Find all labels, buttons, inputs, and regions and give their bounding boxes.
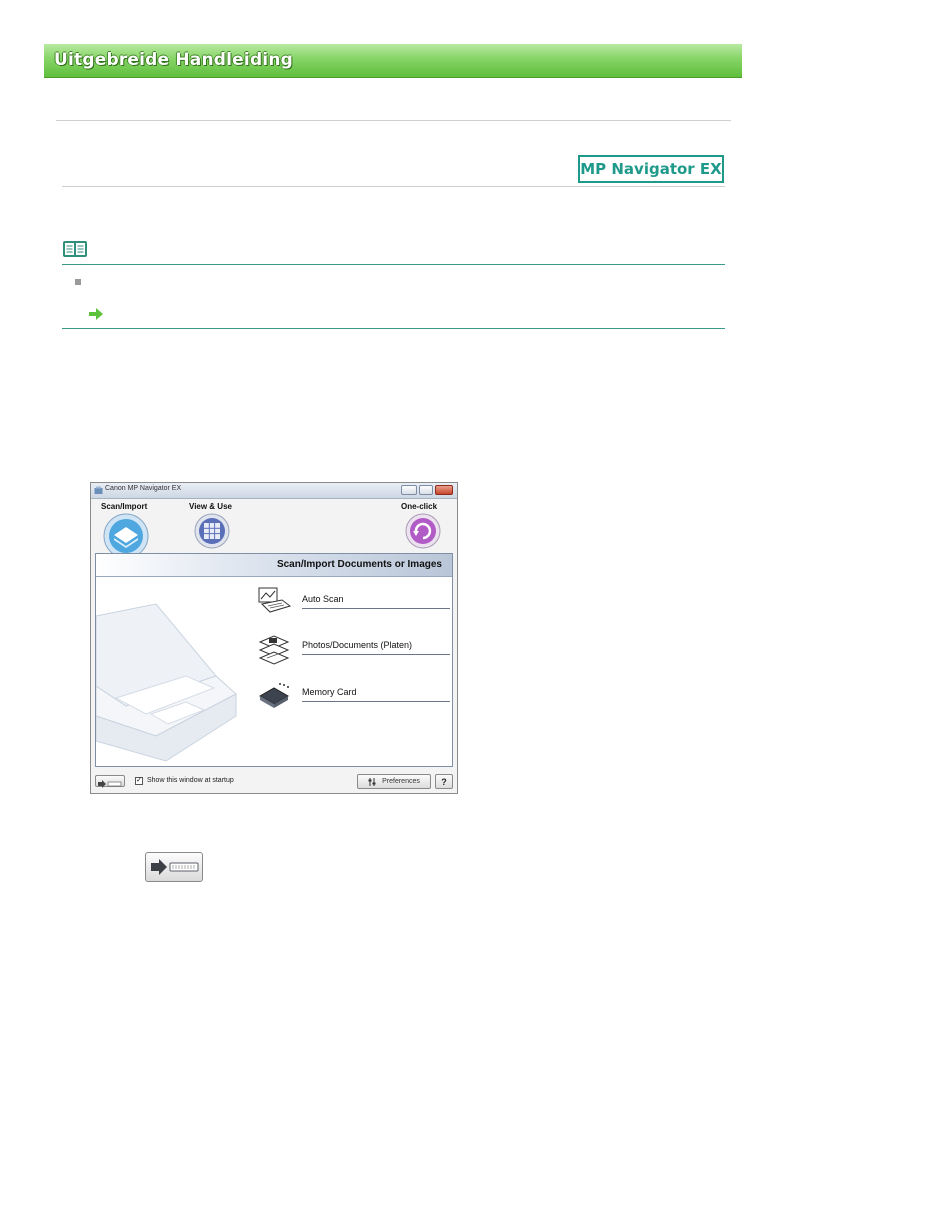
page-title: Uitgebreide Handleiding xyxy=(54,50,294,70)
divider-top xyxy=(56,120,731,121)
maximize-button[interactable] xyxy=(419,485,433,495)
preferences-button[interactable]: Preferences xyxy=(357,774,431,789)
show-at-startup-label: Show this window at startup xyxy=(147,777,234,784)
note-top-rule xyxy=(62,264,725,265)
option-divider xyxy=(302,654,450,655)
show-at-startup-checkbox[interactable]: ✓ xyxy=(135,777,143,785)
arrow-button-image xyxy=(145,852,203,882)
note-bottom-rule xyxy=(62,328,725,329)
product-badge-label: MP Navigator EX xyxy=(580,160,722,178)
minimize-button[interactable] xyxy=(401,485,417,495)
option-memory-card[interactable]: Memory Card xyxy=(256,680,450,720)
product-badge: MP Navigator EX xyxy=(578,155,724,183)
app-icon xyxy=(94,486,103,494)
tab-scan-import-label[interactable]: Scan/Import xyxy=(101,502,147,511)
divider-under-badge xyxy=(62,186,725,187)
preferences-label: Preferences xyxy=(382,778,420,785)
option-photos-documents[interactable]: Photos/Documents (Platen) xyxy=(256,634,450,674)
scanner-illustration-icon xyxy=(96,603,237,762)
auto-scan-icon xyxy=(258,587,292,613)
view-use-icon[interactable] xyxy=(192,513,232,549)
photos-documents-icon xyxy=(258,635,290,665)
arrow-right-icon xyxy=(151,859,199,875)
green-arrow-icon[interactable] xyxy=(88,307,104,321)
memory-card-icon xyxy=(258,683,290,708)
mp-navigator-window: Canon MP Navigator EX Scan/Import View &… xyxy=(90,482,458,794)
panel-title: Scan/Import Documents or Images xyxy=(276,559,442,570)
window-title: Canon MP Navigator EX xyxy=(105,485,182,492)
window-titlebar: Canon MP Navigator EX xyxy=(91,483,457,499)
tab-one-click-label[interactable]: One-click xyxy=(401,502,437,511)
option-photos-documents-label: Photos/Documents (Platen) xyxy=(302,640,413,650)
window-footer: ✓ Show this window at startup Preference… xyxy=(91,769,457,793)
panel-header: Scan/Import Documents or Images xyxy=(96,554,452,577)
book-icon xyxy=(63,241,87,257)
footer-arrow-button[interactable] xyxy=(95,775,125,788)
preferences-icon xyxy=(368,777,376,786)
arrow-right-icon xyxy=(98,780,122,788)
close-button[interactable] xyxy=(435,485,453,495)
option-divider xyxy=(302,701,450,702)
scan-import-panel: Scan/Import Documents or Images Auto Sca… xyxy=(95,553,453,767)
option-memory-card-label: Memory Card xyxy=(302,687,357,697)
one-click-icon[interactable] xyxy=(403,513,443,549)
option-auto-scan[interactable]: Auto Scan xyxy=(256,586,450,626)
tab-view-use-label[interactable]: View & Use xyxy=(189,502,232,511)
option-auto-scan-label: Auto Scan xyxy=(302,594,344,604)
square-bullet-icon xyxy=(75,279,81,285)
option-divider xyxy=(302,608,450,609)
help-button[interactable]: ? xyxy=(435,774,453,789)
header-banner: Uitgebreide Handleiding xyxy=(44,44,742,78)
